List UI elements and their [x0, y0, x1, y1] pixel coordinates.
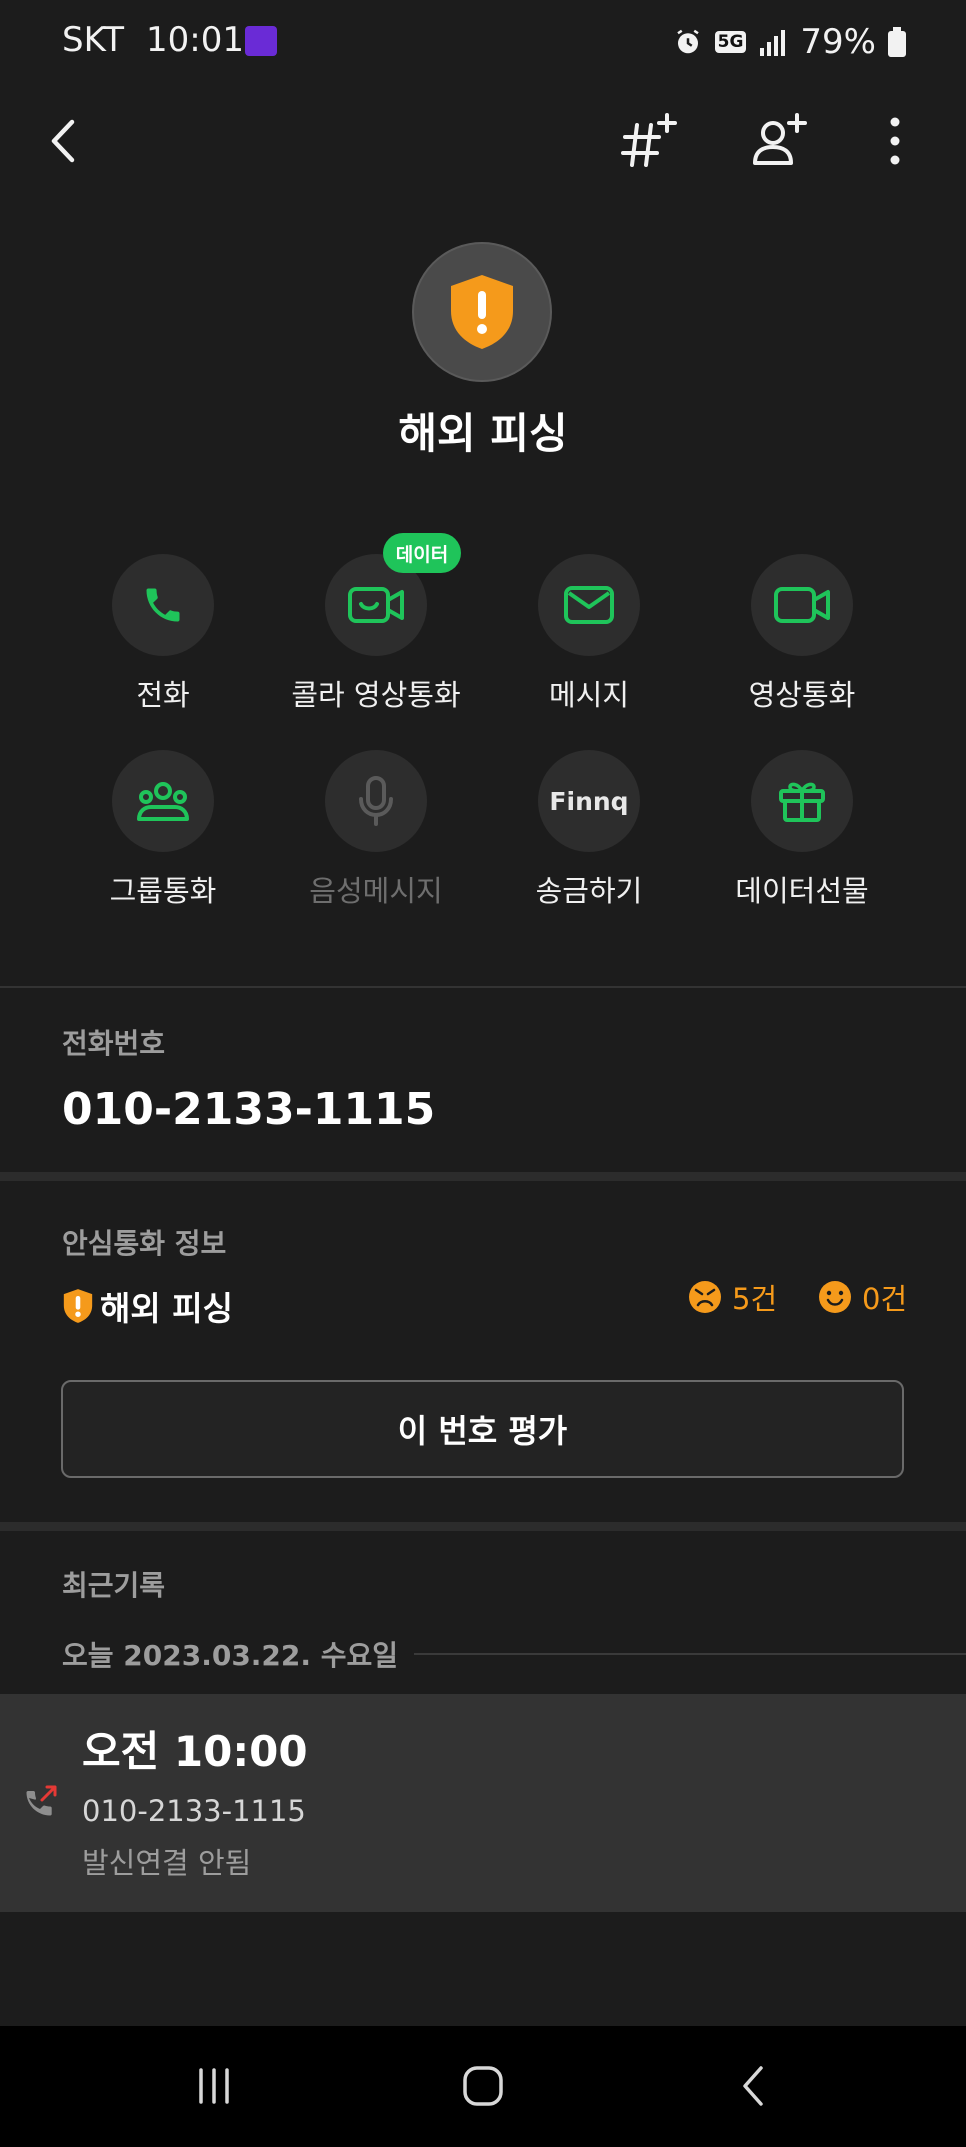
outgoing-call-failed-icon: [26, 1785, 57, 1816]
phone-number-label: 전화번호: [62, 1027, 166, 1060]
date-divider: [414, 1653, 966, 1655]
positive-rating: 0건: [818, 1276, 907, 1318]
person-plus-icon: [753, 113, 807, 165]
date-text: 오늘 2023.03.22. 수요일: [62, 1639, 399, 1672]
action-video-chat[interactable]: 콜라 영상통화: [269, 554, 483, 734]
action-group-call[interactable]: 그룹통화: [56, 750, 270, 930]
action-voice-message-label: 음성메시지: [309, 874, 443, 908]
date-header: 오늘 2023.03.22. 수요일: [62, 1634, 966, 1674]
add-tag-button[interactable]: [614, 106, 684, 176]
recent-apps-button[interactable]: [174, 2056, 254, 2116]
battery-percent: 79%: [800, 22, 876, 62]
group-icon: [137, 782, 189, 821]
data-badge: 데이터: [383, 533, 461, 573]
action-message-circle: [538, 554, 640, 656]
divider: [0, 986, 966, 988]
contact-name: 해외 피싱: [398, 409, 568, 458]
phone-icon: [146, 588, 180, 622]
safe-call-label: 안심통화 정보: [62, 1227, 227, 1260]
contact-avatar: [412, 242, 552, 382]
call-log-item[interactable]: 오전 10:00 010-2133-1115 발신연결 안됨: [0, 1694, 966, 1912]
status-icons: 5G 79%: [673, 20, 906, 64]
system-back-icon: [743, 2066, 763, 2106]
back-arrow-icon: [51, 119, 75, 163]
action-video-call[interactable]: 영상통화: [695, 554, 909, 734]
system-nav-bar: [0, 2026, 966, 2147]
smile-face-icon: [819, 1281, 851, 1313]
phone-number[interactable]: 010-2133-1115: [62, 1084, 435, 1135]
video-call-icon: [774, 587, 830, 623]
action-message-label: 메시지: [548, 678, 630, 712]
status-bar: SKT 10:01 5G 79%: [0, 0, 966, 86]
action-message[interactable]: 메시지: [482, 554, 696, 734]
action-call[interactable]: 전화: [56, 554, 270, 734]
safe-call-category: 해외 피싱: [62, 1282, 233, 1330]
action-call-label: 전화: [136, 678, 190, 712]
action-voice-message-circle: [325, 750, 427, 852]
video-chat-icon: [348, 587, 404, 623]
safe-call-category-text: 해외 피싱: [100, 1289, 233, 1328]
home-icon: [463, 2066, 503, 2106]
action-video-call-label: 영상통화: [748, 678, 856, 712]
action-data-gift-label: 데이터선물: [735, 874, 869, 908]
rate-number-button[interactable]: 이 번호 평가: [61, 1380, 904, 1478]
action-send-money[interactable]: Finnq 송금하기: [482, 750, 696, 930]
action-group-call-circle: [112, 750, 214, 852]
recent-history-label: 최근기록: [62, 1569, 166, 1602]
section-divider: [0, 1172, 966, 1181]
hashtag-plus-icon: [621, 113, 677, 167]
action-video-call-circle: [751, 554, 853, 656]
negative-count: 5건: [732, 1282, 778, 1316]
alarm-icon: [676, 29, 699, 54]
more-vertical-icon: [890, 117, 900, 165]
warning-shield-small-icon: [63, 1289, 93, 1323]
clock: 10:01: [146, 20, 244, 60]
add-contact-button[interactable]: [744, 106, 814, 176]
recent-apps-icon: [199, 2068, 229, 2104]
action-voice-message: 음성메시지: [269, 750, 483, 930]
home-button[interactable]: [443, 2056, 523, 2116]
action-video-chat-label: 콜라 영상통화: [291, 678, 461, 712]
positive-count: 0건: [862, 1282, 908, 1316]
back-button[interactable]: [28, 106, 98, 176]
microphone-icon: [359, 776, 393, 826]
action-group-call-label: 그룹통화: [109, 874, 217, 908]
action-call-circle: [112, 554, 214, 656]
negative-rating: 5건: [688, 1276, 777, 1318]
action-data-gift-circle: [751, 750, 853, 852]
angry-face-icon: [689, 1281, 721, 1313]
call-number: 010-2133-1115: [82, 1794, 306, 1828]
more-options-button[interactable]: [860, 106, 930, 176]
section-divider: [0, 1522, 966, 1531]
battery-icon: [888, 27, 906, 57]
gift-icon: [779, 782, 825, 822]
carrier-label: SKT: [62, 20, 125, 60]
network-type-icon: 5G: [714, 31, 747, 53]
system-back-button[interactable]: [714, 2056, 794, 2116]
finnq-logo: Finnq: [549, 786, 629, 816]
call-status: 발신연결 안됨: [82, 1846, 252, 1880]
contact-detail-screen: SKT 10:01 5G 79% 해외 피싱 전화 콜라 영상통화 데이터 메시…: [0, 0, 966, 2147]
action-send-money-circle: Finnq: [538, 750, 640, 852]
notification-icon: [245, 26, 277, 56]
call-time: 오전 10:00: [82, 1727, 308, 1776]
app-bar: [0, 96, 966, 186]
action-send-money-label: 송금하기: [535, 874, 643, 908]
action-data-gift[interactable]: 데이터선물: [695, 750, 909, 930]
message-icon: [564, 586, 614, 624]
signal-icon: [760, 30, 786, 56]
warning-shield-icon: [451, 275, 513, 349]
